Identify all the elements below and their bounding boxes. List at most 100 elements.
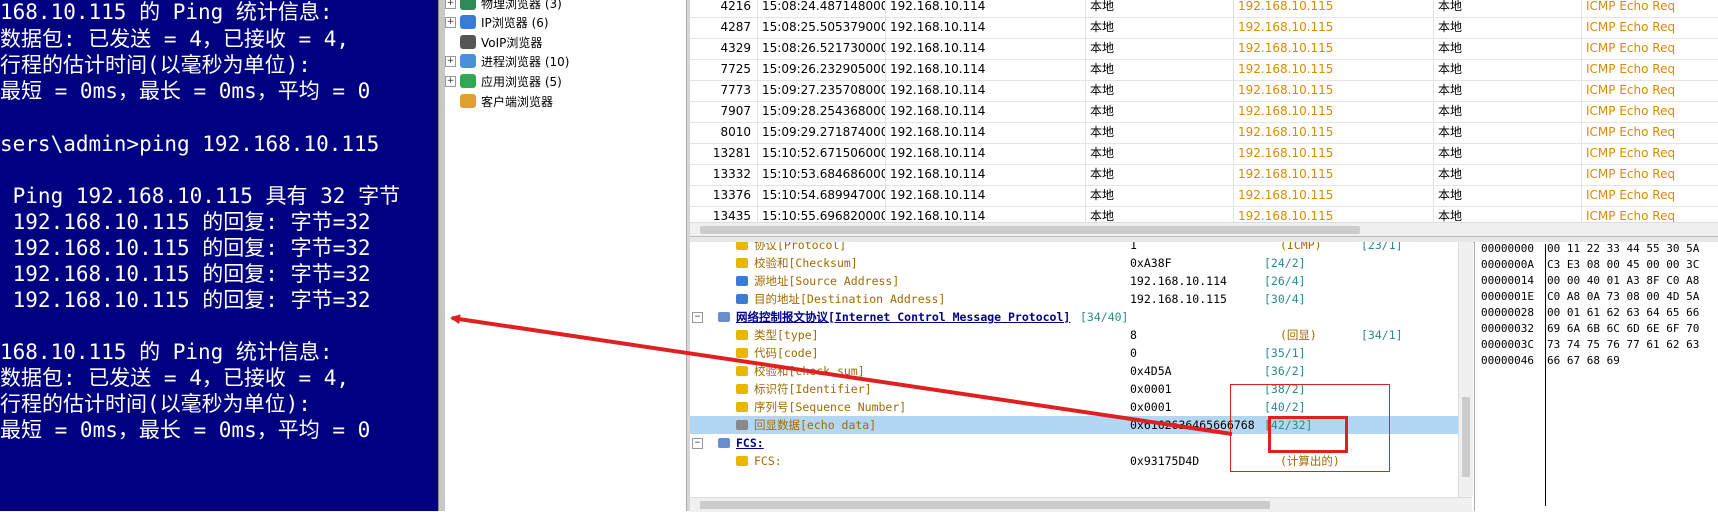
field-name: 校验和[check sum] <box>736 362 865 380</box>
packet-row[interactable]: 13376 15:10:54.689947000 192.168.10.114 本地 1… <box>690 185 1718 207</box>
tree-item-label: IP浏览器 (6) <box>481 15 549 30</box>
hex-bytes: C3 E3 08 00 45 00 00 3C <box>1547 258 1700 271</box>
expand-toggle[interactable]: + <box>445 0 456 9</box>
field-icon <box>736 366 748 376</box>
source-address: 192.168.10.114 <box>886 0 1086 17</box>
packet-number: 13281 <box>690 143 758 164</box>
decode-field[interactable]: 校验和[check sum] 0x4D5A [36/2] <box>690 362 1458 380</box>
source-location: 本地 <box>1086 80 1234 101</box>
decode-field[interactable]: 校验和[Checksum] 0xA38F [24/2] <box>690 254 1458 272</box>
field-value: 8 <box>1130 328 1137 342</box>
tree-item[interactable]: + IP浏览器 (6) <box>445 13 549 31</box>
command-console[interactable]: 168.10.115 的 Ping 统计信息: 数据包: 已发送 = 4，已接收 … <box>0 0 438 511</box>
decode-vscrollbar[interactable] <box>1458 242 1473 497</box>
packet-row[interactable]: 4329 15:08:26.521730000 192.168.10.114 本地 19… <box>690 38 1718 60</box>
decode-field[interactable]: 代码[code] 0 [35/1] <box>690 344 1458 362</box>
scroll-thumb[interactable] <box>1462 397 1470 477</box>
collapse-toggle[interactable]: − <box>692 312 703 323</box>
field-icon <box>736 348 748 358</box>
packet-row[interactable]: 7773 15:09:27.235708000 192.168.10.114 本地 19… <box>690 80 1718 102</box>
packet-number: 13376 <box>690 185 758 206</box>
protocol-name: ICMP Echo Req <box>1586 104 1676 118</box>
protocol-name: ICMP Echo Req <box>1586 0 1676 13</box>
packet-time: 15:10:53.684686000 <box>758 164 886 185</box>
expand-toggle[interactable]: + <box>445 16 456 28</box>
tree-item-label: VoIP浏览器 <box>481 35 543 50</box>
field-label: 校验和[check sum] <box>754 364 865 378</box>
hex-offset: 00000014 <box>1481 274 1534 287</box>
field-label: 校验和[Checksum] <box>754 256 858 270</box>
tree-item[interactable]: 客户端浏览器 <box>445 92 553 110</box>
field-offset: [34/40] <box>1080 310 1129 324</box>
scroll-thumb[interactable] <box>700 226 1360 234</box>
tree-item[interactable]: + 物理浏览器 (3) <box>445 0 562 12</box>
destination-address: 192.168.10.115 <box>1234 17 1434 38</box>
hex-row: 0000000A C3 E3 08 00 45 00 00 3C <box>1481 257 1699 273</box>
hex-row: 00000014 00 00 40 01 A3 8F C0 A8 <box>1481 273 1699 289</box>
protocol-node[interactable]: − 网络控制报文协议[Internet Control Message Proto… <box>690 308 1458 326</box>
field-label: 网络控制报文协议[Internet Control Message Protoc… <box>736 310 1071 324</box>
console-line: 行程的估计时间(以毫秒为单位): <box>0 53 311 77</box>
field-value: 0x0001 <box>1130 382 1172 396</box>
tree-item-label: 物理浏览器 (3) <box>481 0 562 11</box>
packet-row[interactable]: 4287 15:08:25.505379000 192.168.10.114 本地 19… <box>690 17 1718 39</box>
field-icon <box>736 242 748 250</box>
expand-toggle[interactable]: + <box>445 55 456 67</box>
expand-toggle[interactable]: + <box>445 75 456 87</box>
decode-hscrollbar[interactable] <box>690 497 1472 512</box>
hex-bytes: 00 00 40 01 A3 8F C0 A8 <box>1547 274 1700 287</box>
collapse-toggle[interactable]: − <box>692 438 703 449</box>
tree-item[interactable]: VoIP浏览器 <box>445 33 542 51</box>
scroll-thumb[interactable] <box>700 501 1270 509</box>
protocol-icon <box>718 312 730 322</box>
packet-row[interactable]: 13332 15:10:53.684686000 192.168.10.114 本地 1… <box>690 164 1718 186</box>
hex-row: 0000001E C0 A8 0A 73 08 00 4D 5A <box>1481 289 1699 305</box>
hex-offset: 00000032 <box>1481 322 1534 335</box>
console-line: 192.168.10.115 的回复: 字节=32 <box>0 210 371 234</box>
hex-offset: 0000003C <box>1481 338 1534 351</box>
packet-row[interactable]: 13435 15:10:55.696820000 192.168.10.114 本地 1… <box>690 206 1718 222</box>
source-address: 192.168.10.114 <box>886 59 1086 80</box>
packet-row[interactable]: 13281 15:10:52.671506000 192.168.10.114 本地 1… <box>690 143 1718 165</box>
annotation-highlight-box <box>1268 416 1348 453</box>
tree-item[interactable]: + 进程浏览器 (10) <box>445 52 569 70</box>
field-value: 0xA38F <box>1130 256 1172 270</box>
packet-time: 15:08:24.487148000 <box>758 0 886 17</box>
console-line: 168.10.115 的 Ping 统计信息: <box>0 340 333 364</box>
console-line: 最短 = 0ms，最长 = 0ms，平均 = 0 <box>0 418 371 442</box>
data-icon <box>736 420 748 430</box>
decode-field[interactable]: 协议[Protocol] 1 (ICMP) [23/1] <box>690 242 1458 254</box>
field-icon <box>736 258 748 268</box>
field-icon <box>736 330 748 340</box>
decode-field[interactable]: 源地址[Source Address] 192.168.10.114 [26/4] <box>690 272 1458 290</box>
source-location: 本地 <box>1086 38 1234 59</box>
decode-field[interactable]: 目的地址[Destination Address] 192.168.10.115 [… <box>690 290 1458 308</box>
packet-row[interactable]: 7907 15:09:28.254368000 192.168.10.114 本地 19… <box>690 101 1718 123</box>
destination-location: 本地 <box>1434 17 1582 38</box>
hex-bytes: 73 74 75 76 77 61 62 63 <box>1547 338 1700 351</box>
field-offset: [35/1] <box>1264 346 1306 360</box>
hex-row: 00000046 66 67 68 69 <box>1481 353 1620 369</box>
globe-icon <box>460 0 476 10</box>
packet-list-hscrollbar[interactable] <box>690 222 1718 237</box>
destination-address: 192.168.10.115 <box>1234 143 1434 164</box>
decode-field[interactable]: 类型[type] 8 (回显) [34/1] <box>690 326 1458 344</box>
packet-row[interactable]: 7725 15:09:26.232905000 192.168.10.114 本地 19… <box>690 59 1718 81</box>
packet-row[interactable]: 8010 15:09:29.271874000 192.168.10.114 本地 19… <box>690 122 1718 144</box>
field-name: 网络控制报文协议[Internet Control Message Protoc… <box>718 308 1070 326</box>
console-line: 数据包: 已发送 = 4，已接收 = 4, <box>0 27 350 51</box>
source-address: 192.168.10.114 <box>886 17 1086 38</box>
hex-offset: 00000028 <box>1481 306 1534 319</box>
packet-time: 15:08:26.521730000 <box>758 38 886 59</box>
field-note: (回显) <box>1280 328 1317 342</box>
hex-bytes: 66 67 68 69 <box>1547 354 1620 367</box>
packet-row[interactable]: 4216 15:08:24.487148000 192.168.10.114 本地 19… <box>690 0 1718 18</box>
field-label: 源地址[Source Address] <box>754 274 900 288</box>
protocol-name: ICMP Echo Req <box>1586 20 1676 34</box>
address-icon <box>736 294 748 304</box>
source-address: 192.168.10.114 <box>886 164 1086 185</box>
hex-bytes: 69 6A 6B 6C 6D 6E 6F 70 <box>1547 322 1700 335</box>
field-value: 0x93175D4D <box>1130 454 1200 468</box>
tree-item[interactable]: + 应用浏览器 (5) <box>445 72 562 90</box>
field-value: 1 <box>1130 242 1137 252</box>
